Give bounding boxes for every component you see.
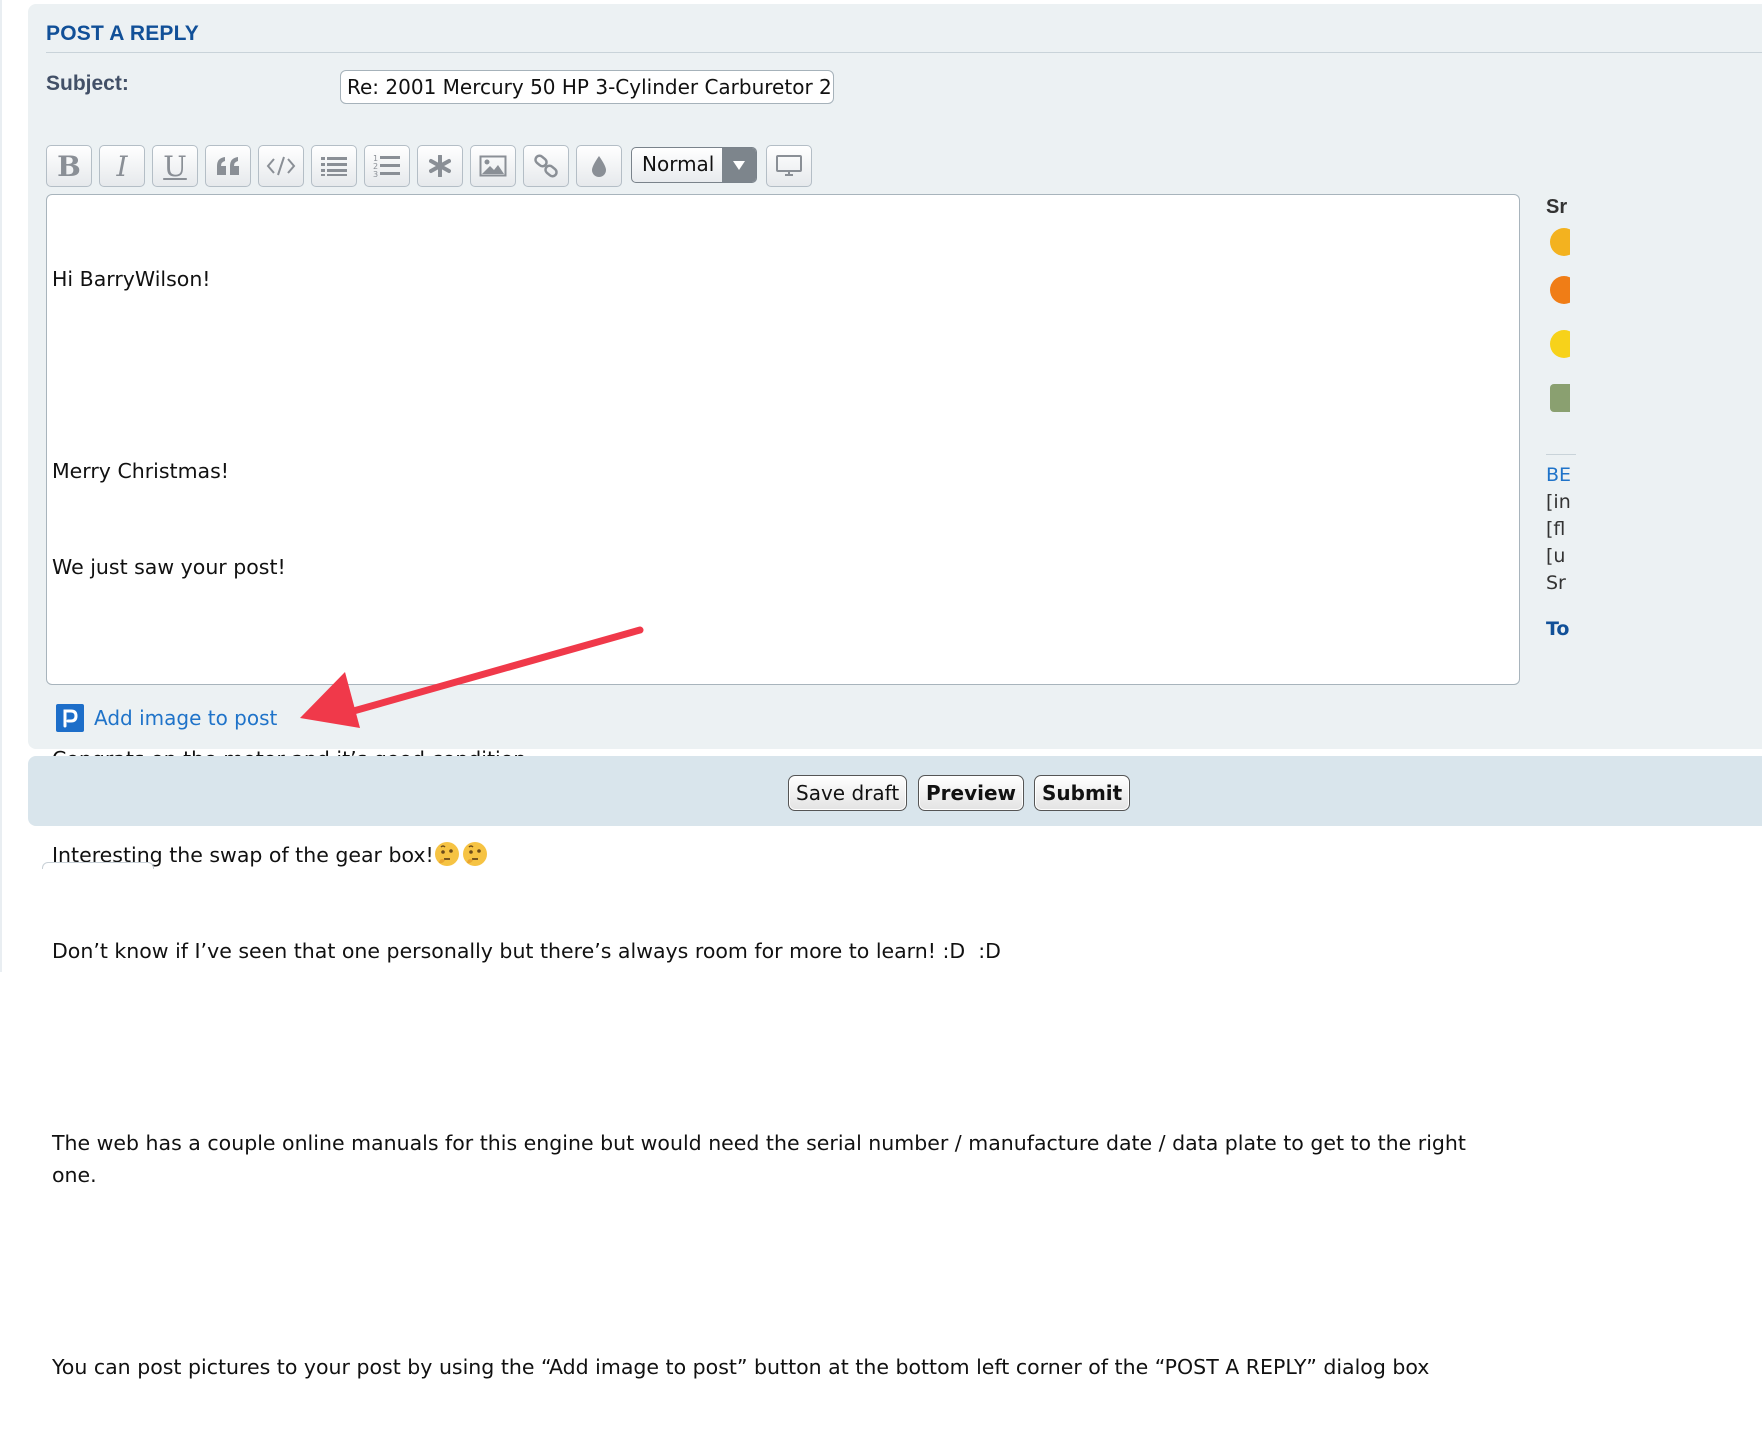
thinking-face-emoji <box>462 842 487 866</box>
page-edge <box>0 0 2 972</box>
code-button[interactable] <box>258 145 304 187</box>
bbcode-tag: [in <box>1546 491 1570 513</box>
image-icon <box>479 155 507 177</box>
bbcode-tag: [u <box>1546 545 1566 567</box>
chevron-down-icon <box>722 148 756 182</box>
bold-button[interactable]: B <box>46 145 92 187</box>
preview-toggle-button[interactable] <box>766 145 812 187</box>
message-line: Merry Christmas! <box>52 459 230 483</box>
next-section-edge <box>42 862 154 869</box>
italic-icon: I <box>116 149 128 183</box>
save-draft-button[interactable]: Save draft <box>788 775 908 811</box>
image-button[interactable] <box>470 145 516 187</box>
message-line: We just saw your post! <box>52 555 286 579</box>
monitor-icon <box>776 155 802 176</box>
code-icon <box>266 156 296 176</box>
droplet-icon <box>592 156 606 177</box>
subject-label: Subject: <box>46 72 129 95</box>
panel-title: POST A REPLY <box>46 22 199 45</box>
counter-smiley-icon[interactable] <box>1550 384 1570 412</box>
list-button[interactable] <box>311 145 357 187</box>
message-line-blank: ​ <box>52 647 1507 679</box>
message-line: The web has a couple online manuals for … <box>52 1131 1473 1187</box>
message-line: You can post pictures to your post by us… <box>52 1355 1430 1379</box>
add-image-control[interactable]: Add image to post <box>56 704 277 732</box>
font-size-select[interactable]: Normal <box>631 147 757 183</box>
bold-icon: B <box>57 149 81 183</box>
underline-button[interactable]: U <box>152 145 198 187</box>
laughing-smiley-icon[interactable] <box>1550 228 1570 256</box>
bbcode-tag: Sr <box>1546 572 1566 594</box>
question-smiley-icon[interactable] <box>1550 330 1570 358</box>
bbcode-link[interactable]: BE <box>1546 464 1570 486</box>
italic-button[interactable]: I <box>99 145 145 187</box>
smilies-title: Sr <box>1546 196 1568 218</box>
postimage-p-icon <box>56 704 84 732</box>
quote-button[interactable] <box>205 145 251 187</box>
red-arrow-annotation <box>300 626 644 728</box>
link-icon <box>534 154 558 178</box>
ordered-list-button[interactable]: 1 2 3 <box>364 145 410 187</box>
list-item-button[interactable] <box>417 145 463 187</box>
bbcode-list: BE [in [fl [u Sr To <box>1540 460 1570 660</box>
link-button[interactable] <box>523 145 569 187</box>
add-image-link[interactable]: Add image to post <box>94 706 277 730</box>
asterisk-icon <box>429 155 451 177</box>
underline-icon: U <box>163 149 187 183</box>
message-line-blank: ​ <box>52 359 1507 391</box>
svg-text:3: 3 <box>373 170 378 179</box>
message-line-blank: ​ <box>52 1031 1507 1063</box>
panel-divider <box>46 52 1762 53</box>
message-line: Don’t know if I’ve seen that one persona… <box>52 939 1001 963</box>
message-line-with-emoji: Interesting the swap of the gear box! <box>52 839 1507 871</box>
bbcode-tag: [fl <box>1546 518 1566 540</box>
list-icon <box>321 157 347 176</box>
evil-smiley-icon[interactable] <box>1550 276 1570 304</box>
message-textarea[interactable]: Hi BarryWilson! ​ Merry Christmas! We ju… <box>46 194 1520 1379</box>
message-line: Hi BarryWilson! <box>52 267 211 291</box>
quote-icon <box>217 157 239 175</box>
sidebar-divider <box>1546 454 1576 455</box>
font-size-value: Normal <box>642 152 715 176</box>
submit-button[interactable]: Submit <box>1034 775 1131 811</box>
message-line-blank: ​ <box>52 1255 1507 1287</box>
ordered-list-icon: 1 2 3 <box>373 154 400 179</box>
thinking-face-emoji <box>434 842 459 866</box>
sidebar-footer-link[interactable]: To <box>1546 618 1570 640</box>
preview-button[interactable]: Preview <box>918 775 1025 811</box>
color-button[interactable] <box>576 145 622 187</box>
subject-input[interactable]: Re: 2001 Mercury 50 HP 3-Cylinder Carbur… <box>340 70 834 104</box>
